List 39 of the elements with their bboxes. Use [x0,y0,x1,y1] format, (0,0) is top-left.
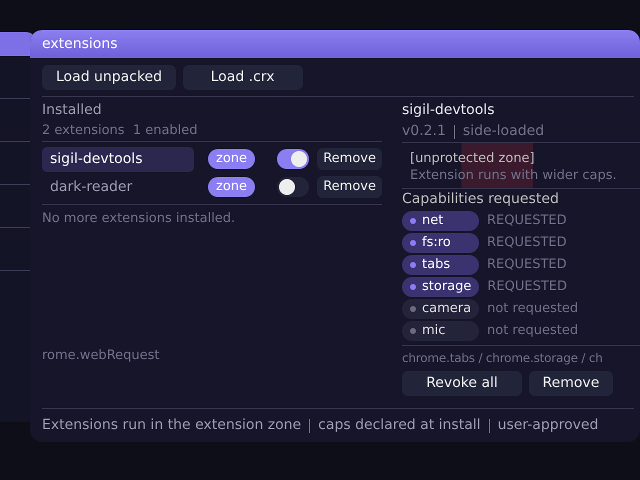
capability-status: REQUESTED [487,234,567,252]
capability-status: REQUESTED [487,278,568,296]
section-heading: Capabilities requested [402,190,560,209]
extension-item[interactable]: sigil-devtools [42,146,194,172]
remove-button[interactable]: Remove [317,148,382,170]
extension-item[interactable]: dark-reader [42,174,194,200]
extension-title: sigil-devtools [402,101,496,120]
warning-text: Extension runs with wider caps. [410,168,618,182]
enable-toggle[interactable] [277,177,310,197]
capability-tag: camera [402,299,480,318]
capability-status: not requested [487,300,578,318]
remove-button[interactable]: Remove [528,370,614,396]
section-heading: Installed [42,101,103,120]
status-text: user-approved [498,416,598,435]
status-text: Extensions run in the extension zone [42,416,302,435]
capability-tag: tabs [402,255,479,274]
capability-status: not requested [487,322,578,340]
empty-note: No more extensions installed. [42,210,236,228]
warning-title: [unprotected zone] [410,150,536,168]
api-text: chrome.tabs / chrome.storage / ch [402,350,604,368]
revoke-button[interactable]: Revoke all [402,370,522,396]
capability-status: REQUESTED [487,256,567,274]
capability-tag: fs:ro [402,233,479,252]
capability-status: REQUESTED [487,212,567,230]
load-button[interactable]: Load unpacked [42,64,176,90]
zone-tag: zone [208,149,256,169]
capability-tag: mic [402,321,479,340]
capability-tag: storage [402,277,480,296]
zone-tag: zone [208,177,256,197]
version-text: v0.2.1 [402,122,446,142]
source-text: side-loaded [462,122,544,142]
load-button[interactable]: Load .crx [182,64,303,90]
window-title: extensions [30,30,640,58]
enable-toggle[interactable] [277,149,310,169]
status-text: caps declared at install [318,416,481,435]
api-text: rome.webRequest [42,347,160,365]
remove-button[interactable]: Remove [317,176,382,198]
summary-text: 2 extensions 1 enabled [42,122,199,140]
capability-tag: net [402,211,479,230]
